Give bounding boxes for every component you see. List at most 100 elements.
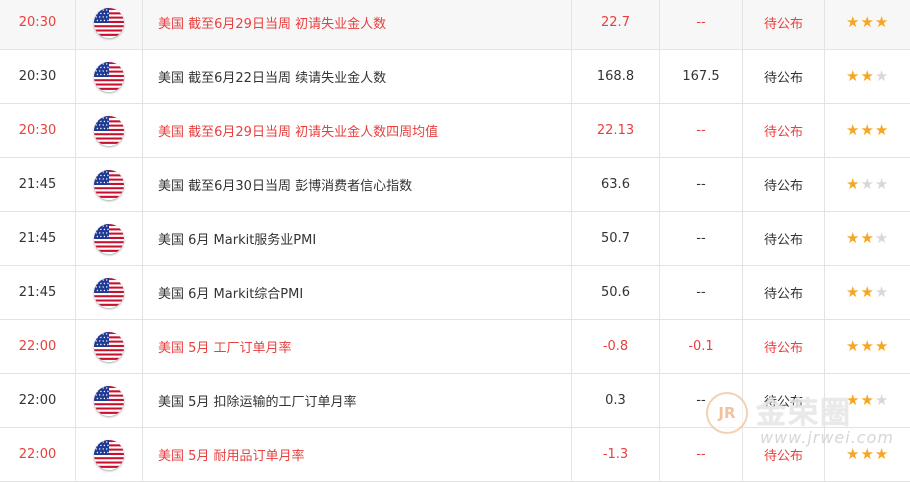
table-row[interactable]: 21:45 美国 6月 Markit综合PMI 50.6 -- 待公布 ★ ★ ★ [0, 266, 910, 320]
previous-value: -- [660, 428, 743, 482]
previous-value: -0.1 [660, 320, 743, 374]
previous-value: -- [660, 158, 743, 212]
star-icon: ★ [860, 337, 874, 355]
time-cell: 21:45 [0, 158, 76, 212]
star-icon: ★ [860, 67, 874, 85]
actual-value: 0.3 [572, 374, 660, 428]
actual-value: -0.8 [572, 320, 660, 374]
us-flag-icon [94, 277, 124, 308]
table-row[interactable]: 20:30 美国 截至6月29日当周 初请失业金人数四周均值 22.13 -- 待公布 ★… [0, 104, 910, 158]
actual-value: 22.7 [572, 0, 660, 50]
star-icon: ★ [846, 391, 860, 409]
us-flag-icon [94, 169, 124, 200]
time-cell: 22:00 [0, 320, 76, 374]
importance-stars: ★ ★ ★ [825, 104, 910, 158]
star-icon: ★ [874, 121, 889, 139]
time-cell: 21:45 [0, 212, 76, 266]
previous-value: -- [660, 266, 743, 320]
event-name[interactable]: 美国 5月 耐用品订单月率 [143, 428, 572, 482]
previous-value: -- [660, 212, 743, 266]
event-name[interactable]: 美国 5月 扣除运输的工厂订单月率 [143, 374, 572, 428]
actual-value: 168.8 [572, 50, 660, 104]
status-badge: 待公布 [743, 320, 825, 374]
star-icon: ★ [874, 67, 889, 85]
table-row[interactable]: 22:00 美国 5月 工厂订单月率 -0.8 -0.1 待公布 ★ ★ ★ [0, 320, 910, 374]
star-icon: ★ [874, 283, 889, 301]
importance-stars: ★ ★ ★ [825, 320, 910, 374]
table-row[interactable]: 22:00 美国 5月 耐用品订单月率 -1.3 -- 待公布 ★ ★ ★ [0, 428, 910, 482]
star-icon: ★ [846, 67, 860, 85]
star-icon: ★ [860, 283, 874, 301]
event-name[interactable]: 美国 5月 工厂订单月率 [143, 320, 572, 374]
event-name[interactable]: 美国 截至6月29日当周 初请失业金人数四周均值 [143, 104, 572, 158]
star-icon: ★ [846, 229, 860, 247]
previous-value: -- [660, 374, 743, 428]
country-flag-cell [76, 374, 143, 428]
country-flag-cell [76, 212, 143, 266]
status-badge: 待公布 [743, 0, 825, 50]
status-badge: 待公布 [743, 374, 825, 428]
country-flag-cell [76, 320, 143, 374]
importance-stars: ★ ★ ★ [825, 158, 910, 212]
time-cell: 20:30 [0, 104, 76, 158]
importance-stars: ★ ★ ★ [825, 50, 910, 104]
country-flag-cell [76, 428, 143, 482]
star-icon: ★ [860, 13, 874, 31]
event-name[interactable]: 美国 截至6月30日当周 彭博消费者信心指数 [143, 158, 572, 212]
status-badge: 待公布 [743, 428, 825, 482]
event-name[interactable]: 美国 6月 Markit综合PMI [143, 266, 572, 320]
star-icon: ★ [860, 445, 874, 463]
star-icon: ★ [874, 391, 889, 409]
table-row[interactable]: 21:45 美国 截至6月30日当周 彭博消费者信心指数 63.6 -- 待公布 ★ ★ ★ [0, 158, 910, 212]
us-flag-icon [94, 439, 124, 470]
status-badge: 待公布 [743, 266, 825, 320]
table-row[interactable]: 21:45 美国 6月 Markit服务业PMI 50.7 -- 待公布 ★ ★ ★ [0, 212, 910, 266]
star-icon: ★ [846, 175, 860, 193]
star-icon: ★ [874, 445, 889, 463]
previous-value: -- [660, 0, 743, 50]
star-icon: ★ [874, 337, 889, 355]
importance-stars: ★ ★ ★ [825, 0, 910, 50]
importance-stars: ★ ★ ★ [825, 266, 910, 320]
time-cell: 22:00 [0, 428, 76, 482]
importance-stars: ★ ★ ★ [825, 374, 910, 428]
country-flag-cell [76, 0, 143, 50]
table-row[interactable]: 20:30 美国 截至6月22日当周 续请失业金人数 168.8 167.5 待公布 ★ ★… [0, 50, 910, 104]
country-flag-cell [76, 266, 143, 320]
previous-value: 167.5 [660, 50, 743, 104]
status-badge: 待公布 [743, 50, 825, 104]
event-name[interactable]: 美国 截至6月29日当周 初请失业金人数 [143, 0, 572, 50]
star-icon: ★ [846, 283, 860, 301]
star-icon: ★ [860, 391, 874, 409]
status-badge: 待公布 [743, 212, 825, 266]
table-row[interactable]: 20:30 美国 截至6月29日当周 初请失业金人数 22.7 -- 待公布 ★ ★ ★ [0, 0, 910, 50]
star-icon: ★ [846, 121, 860, 139]
star-icon: ★ [846, 13, 860, 31]
table-row[interactable]: 22:00 美国 5月 扣除运输的工厂订单月率 0.3 -- 待公布 ★ ★ ★ [0, 374, 910, 428]
country-flag-cell [76, 50, 143, 104]
country-flag-cell [76, 104, 143, 158]
star-icon: ★ [874, 229, 889, 247]
actual-value: -1.3 [572, 428, 660, 482]
star-icon: ★ [860, 229, 874, 247]
importance-stars: ★ ★ ★ [825, 212, 910, 266]
time-cell: 20:30 [0, 0, 76, 50]
time-cell: 21:45 [0, 266, 76, 320]
time-cell: 20:30 [0, 50, 76, 104]
star-icon: ★ [874, 175, 889, 193]
us-flag-icon [94, 115, 124, 146]
actual-value: 50.7 [572, 212, 660, 266]
actual-value: 22.13 [572, 104, 660, 158]
importance-stars: ★ ★ ★ [825, 428, 910, 482]
event-name[interactable]: 美国 截至6月22日当周 续请失业金人数 [143, 50, 572, 104]
actual-value: 50.6 [572, 266, 660, 320]
us-flag-icon [94, 385, 124, 416]
star-icon: ★ [846, 445, 860, 463]
star-icon: ★ [874, 13, 889, 31]
star-icon: ★ [860, 121, 874, 139]
star-icon: ★ [846, 337, 860, 355]
event-name[interactable]: 美国 6月 Markit服务业PMI [143, 212, 572, 266]
country-flag-cell [76, 158, 143, 212]
us-flag-icon [94, 331, 124, 362]
status-badge: 待公布 [743, 158, 825, 212]
